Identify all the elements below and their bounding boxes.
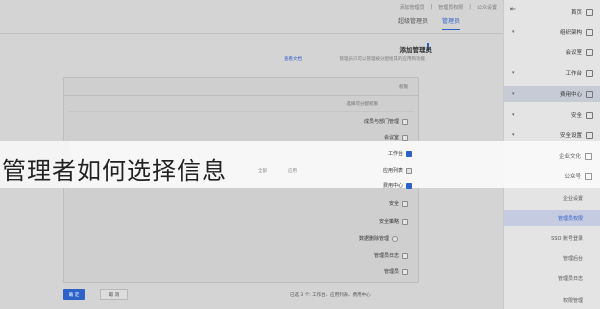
sidebar-item-label: 公众号 [564,174,581,180]
billing-icon [586,90,593,98]
divider [64,95,418,96]
sidebar-item-label: 会议室 [565,50,582,56]
option-security-policy[interactable]: 安全策略 [379,218,408,225]
checkbox[interactable] [402,268,408,275]
option-admins[interactable]: 管理员 [384,268,408,275]
panel-header: 权限 [399,85,408,90]
chevron-down-icon: ▾ [512,70,515,76]
option-billing-center[interactable]: 费用中心 [383,182,412,189]
sidebar-item-label: 企业文化 [558,154,581,160]
tab-divider [0,33,503,34]
home-icon [586,8,593,16]
sidebar-item-culture[interactable]: 企业文化 [503,148,600,164]
checkbox[interactable] [402,134,408,141]
tab-admin[interactable]: 管理员 [442,16,461,30]
option-workbench[interactable]: 工作台 [388,150,412,157]
section-description: 管理员只可以管理被分配给其的应用和功能 [339,57,426,62]
breadcrumb-sep: | [430,4,433,10]
shield-icon [586,111,593,119]
overlay-title: 管理者如何选择信息 [2,157,227,185]
sidebar-item-label: 安全 [570,113,582,119]
option-security[interactable]: 安全 [389,200,408,207]
inline-hint: 应用 [288,169,297,174]
tab-super-admin[interactable]: 超级管理员 [398,16,428,30]
inline-hint: 全部 [258,169,267,174]
checkbox[interactable] [402,218,408,225]
sidebar-item-security[interactable]: ▾ 安全 [504,107,600,123]
checkbox[interactable] [402,252,408,259]
sidebar-subitem-active[interactable]: 管理员权限 [504,210,600,226]
sidebar-subitem[interactable]: 管理后台 [504,250,600,266]
sidebar-item-meeting-room[interactable]: 会议室 [504,44,600,60]
checkbox-checked[interactable] [406,150,412,157]
selection-summary: 已选 3 个: 工作台、应用列表、费用中心 [290,293,371,298]
option-admin-log[interactable]: 管理员日志 [374,252,408,259]
breadcrumb-sep: | [469,4,471,10]
sidebar-subitem[interactable]: 管理员日志 [504,270,600,286]
workbench-icon [586,69,593,77]
option-label: 应用列表 [382,168,403,174]
divider [68,111,414,112]
sidebar-item-label: 工作台 [565,71,582,77]
sidebar-item-official-account[interactable]: 公众号 [503,168,600,184]
chevron-down-icon: ▾ [512,112,515,118]
option-members[interactable]: 成员与部门管理 [364,118,408,125]
option-label: 管理员 [383,269,399,275]
tab-bar: 超级管理员 管理员 [398,16,461,30]
sidebar-item-label: 首页 [570,10,582,16]
option-label: 成员与部门管理 [363,119,399,125]
org-icon [586,28,593,36]
chevron-down-icon: ▾ [512,29,515,35]
checkbox-checked[interactable] [406,182,412,189]
checkbox[interactable] [402,200,408,207]
culture-icon [585,152,592,160]
breadcrumb-item[interactable]: 公众设置 [477,4,497,11]
option-meeting-room[interactable]: 会议室 [384,134,408,141]
option-label: 会议室 [383,135,399,141]
option-data-delete[interactable]: 数据删除管理 [359,235,398,242]
sidebar-item-home[interactable]: 首页 [504,4,600,20]
breadcrumb-item[interactable]: 管理员权限 [438,4,463,11]
meeting-room-icon [586,48,593,56]
sidebar-item-workbench[interactable]: ▾ 工作台 [504,65,600,81]
option-label: 安全策略 [378,219,399,225]
chevron-down-icon: ▾ [512,132,515,138]
checkbox[interactable] [406,167,412,174]
option-label: 费用中心 [382,183,403,189]
sidebar-item-label: 安全设置 [559,133,582,139]
sidebar-subitem[interactable]: SSO 账号登录 [504,230,600,246]
breadcrumb: 添加管理员 | 管理员权限 | 公众设置 [400,4,497,11]
chevron-down-icon: ▾ [512,91,515,97]
sidebar-item-billing[interactable]: ▾ 费用中心 [504,86,600,102]
section-title: 添加管理员 [399,46,433,54]
sidebar-item-label: 组织架构 [559,30,582,36]
official-account-icon [585,172,592,180]
checkbox[interactable] [392,235,398,242]
cancel-button[interactable]: 取 消 [100,289,128,300]
breadcrumb-item[interactable]: 添加管理员 [400,4,425,11]
checkbox[interactable] [402,118,408,125]
confirm-button[interactable]: 确 定 [63,289,85,300]
group-label: 选择可分配权限 [346,102,379,107]
settings-icon [586,131,593,139]
docs-link[interactable]: 查看文档 [284,56,302,62]
option-app-list[interactable]: 应用列表 [383,167,412,174]
sidebar-item-org[interactable]: ▾ 组织架构 [504,24,600,40]
option-label: 安全 [388,201,399,207]
option-label: 工作台 [387,151,403,157]
sidebar-item-label: 费用中心 [559,92,582,98]
option-label: 数据删除管理 [358,236,389,242]
sidebar-subitem[interactable]: 权限管理 [504,292,600,308]
option-label: 管理员日志 [373,253,399,259]
sidebar-subitem[interactable]: 企业设置 [504,190,600,206]
